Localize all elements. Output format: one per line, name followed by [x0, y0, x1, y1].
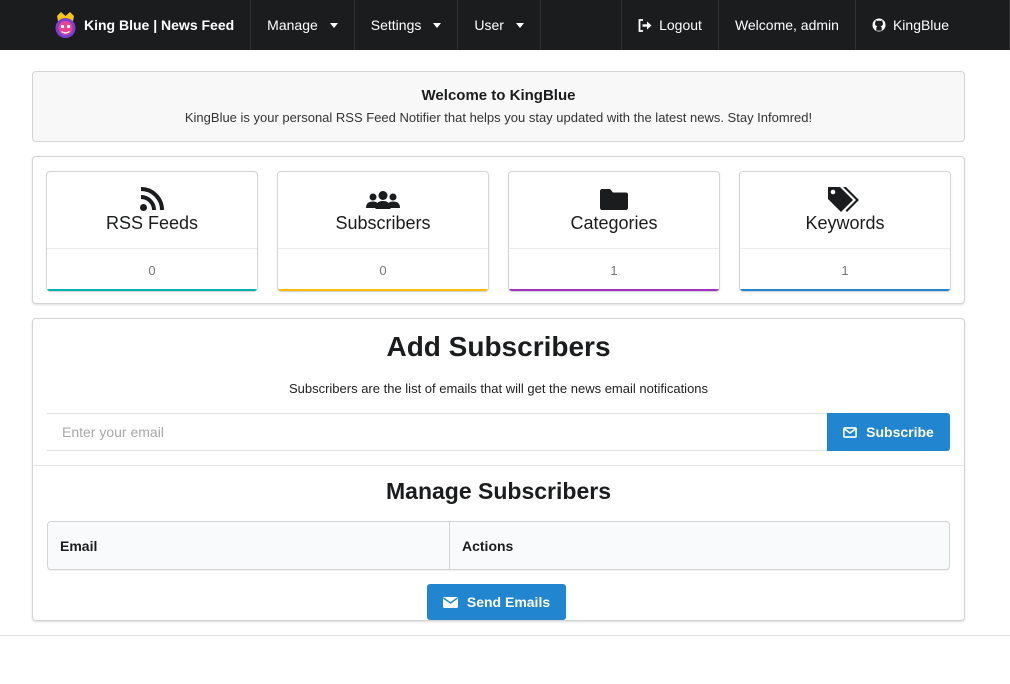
welcome-title: Welcome to KingBlue — [421, 87, 576, 104]
footer-divider — [0, 635, 1010, 636]
subscribers-segment: Add Subscribers Subscribers are the list… — [32, 318, 965, 621]
dropdown-caret-icon — [329, 22, 338, 28]
welcome-message: Welcome to KingBlue KingBlue is your per… — [32, 71, 965, 142]
card-title: RSS Feeds — [105, 213, 199, 233]
brand-title: King Blue | News Feed — [84, 17, 235, 33]
card-rss-feeds: RSS Feeds 0 — [46, 171, 258, 292]
menu-settings[interactable]: Settings — [355, 0, 459, 50]
subscribe-button[interactable]: Subscribe — [827, 413, 950, 451]
dropdown-caret-icon — [515, 22, 524, 28]
sign-out-icon — [638, 18, 652, 32]
card-title: Categories — [570, 213, 658, 233]
menu-manage-label: Manage — [267, 17, 318, 33]
color-stripe — [509, 289, 719, 291]
envelope-icon — [442, 596, 458, 608]
card-categories: Categories 1 — [508, 171, 720, 292]
card-value: 1 — [610, 263, 618, 278]
subscribers-table: Email Actions — [47, 521, 950, 570]
add-subscribers-title: Add Subscribers — [386, 331, 611, 362]
tags-icon — [740, 186, 950, 212]
email-input[interactable] — [47, 413, 828, 451]
manage-subscribers-title: Manage Subscribers — [386, 478, 611, 504]
card-value: 0 — [148, 263, 156, 278]
stats-segment: RSS Feeds 0 Subscribers 0 Categories 1 K… — [32, 156, 965, 304]
brand-link[interactable]: King Blue | News Feed — [0, 0, 252, 50]
table-header-email[interactable]: Email — [48, 522, 450, 569]
card-value: 0 — [379, 263, 387, 278]
card-title: Keywords — [805, 213, 885, 233]
section-divider — [33, 465, 964, 466]
folder-icon — [509, 186, 719, 212]
rss-icon — [47, 186, 257, 212]
welcome-user-label: Welcome, admin — [734, 17, 839, 33]
logout-label: Logout — [659, 17, 702, 33]
dropdown-caret-icon — [433, 22, 442, 28]
logout-link[interactable]: Logout — [621, 0, 719, 50]
github-link[interactable]: KingBlue — [856, 0, 1010, 50]
send-emails-button[interactable]: Send Emails — [427, 584, 566, 620]
menu-user-label: User — [474, 17, 504, 33]
table-header-actions[interactable]: Actions — [450, 522, 949, 569]
menu-settings-label: Settings — [370, 17, 422, 33]
github-icon — [872, 18, 886, 32]
king-logo-icon — [52, 10, 79, 43]
github-label: KingBlue — [892, 17, 949, 33]
color-stripe — [740, 289, 950, 291]
top-navbar: King Blue | News Feed Manage Settings Us… — [0, 0, 1010, 50]
color-stripe — [278, 289, 488, 291]
subscribers-description: Subscribers are the list of emails that … — [288, 381, 709, 396]
welcome-text: KingBlue is your personal RSS Feed Notif… — [184, 110, 813, 125]
card-subscribers: Subscribers 0 — [277, 171, 489, 292]
color-stripe — [47, 289, 257, 291]
send-emails-label: Send Emails — [466, 594, 551, 610]
envelope-icon — [843, 426, 858, 438]
card-keywords: Keywords 1 — [739, 171, 951, 292]
menu-manage[interactable]: Manage — [251, 0, 355, 50]
users-icon — [278, 186, 488, 212]
subscribe-label: Subscribe — [866, 424, 934, 440]
card-value: 1 — [841, 263, 849, 278]
welcome-user: Welcome, admin — [719, 0, 856, 50]
menu-user[interactable]: User — [458, 0, 541, 50]
card-title: Subscribers — [335, 213, 431, 233]
